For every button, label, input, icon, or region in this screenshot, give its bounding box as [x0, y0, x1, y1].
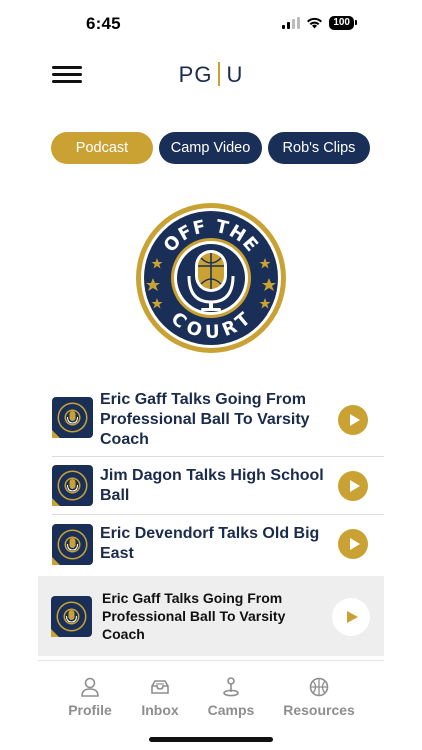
now-playing-title: Eric Gaff Talks Going From Professional … — [102, 590, 286, 642]
tab-podcast[interactable]: Podcast — [51, 132, 153, 164]
nav-resources[interactable]: Resources — [281, 676, 357, 718]
podcast-logo: OFF THE COURT — [136, 203, 286, 353]
battery-indicator: 100 — [329, 16, 357, 30]
episode-thumbnail — [52, 397, 93, 438]
nav-camps[interactable]: Camps — [204, 676, 258, 718]
episode-thumbnail — [52, 465, 93, 506]
app-header: PG U — [0, 52, 422, 98]
basketball-icon — [309, 677, 329, 697]
logo-left-text: PG — [178, 62, 213, 87]
now-playing-play-button[interactable] — [332, 598, 370, 636]
play-icon — [349, 479, 360, 492]
status-bar: 6:45 100 — [0, 0, 422, 46]
episode-item[interactable]: Eric Devendorf Talks Old Big East — [52, 515, 384, 573]
logo-right-text: U — [226, 62, 244, 87]
status-time: 6:45 — [86, 14, 121, 33]
nav-profile[interactable]: Profile — [66, 676, 114, 718]
bottom-nav: Profile Inbox Camps Resources — [0, 676, 422, 726]
tab-camp-video[interactable]: Camp Video — [159, 132, 262, 164]
nav-inbox-label: Inbox — [141, 702, 179, 718]
status-icons: 100 — [282, 16, 357, 30]
signal-icon — [282, 17, 301, 29]
inbox-icon — [151, 680, 169, 694]
now-playing-thumbnail — [51, 595, 92, 637]
logo-divider — [218, 62, 221, 86]
nav-camps-label: Camps — [207, 702, 255, 718]
home-indicator — [149, 737, 273, 742]
episode-list: Eric Gaff Talks Going From Professional … — [52, 383, 384, 573]
episode-item[interactable]: Jim Dagon Talks High School Ball — [52, 457, 384, 515]
play-icon — [349, 413, 360, 426]
episode-item[interactable]: Eric Gaff Talks Going From Professional … — [52, 383, 384, 457]
play-icon — [349, 538, 360, 550]
divider — [38, 660, 384, 661]
episode-thumbnail — [52, 523, 93, 565]
app-logo: PG U — [0, 62, 422, 88]
play-icon — [347, 611, 358, 623]
wifi-icon — [307, 17, 323, 29]
map-pin-icon — [223, 677, 239, 697]
nav-resources-label: Resources — [283, 702, 355, 718]
tab-robs-clips[interactable]: Rob's Clips — [268, 132, 370, 164]
nav-inbox[interactable]: Inbox — [138, 676, 182, 718]
play-button[interactable] — [338, 470, 368, 501]
now-playing-bar[interactable]: Eric Gaff Talks Going From Professional … — [38, 576, 384, 656]
play-button[interactable] — [338, 529, 368, 559]
play-button[interactable] — [338, 404, 368, 435]
content-tabs: Podcast Camp Video Rob's Clips — [51, 132, 370, 164]
nav-profile-label: Profile — [68, 702, 112, 718]
person-icon — [81, 677, 99, 697]
